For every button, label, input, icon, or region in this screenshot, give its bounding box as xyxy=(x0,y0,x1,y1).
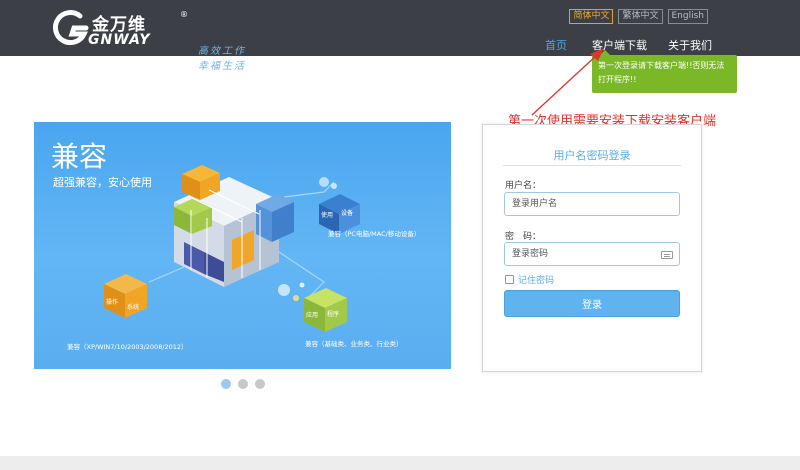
password-input[interactable] xyxy=(504,242,680,266)
cube-label-app-2: 程序 xyxy=(327,311,340,318)
login-panel: 用户名密码登录 用户名： 密 码： 记住密码 登录 xyxy=(482,124,702,372)
gnway-logo-icon xyxy=(52,10,89,45)
brand-slogan: 高效工作 幸福生活 xyxy=(198,46,246,72)
cube-label-device-1: 使用 xyxy=(321,212,334,219)
page-footer xyxy=(0,456,800,470)
carousel-dots xyxy=(221,379,265,389)
caption-system-compat: 兼容（XP/WIN7/10/2003/2008/2012） xyxy=(67,343,188,351)
cube-label-device-2: 设备 xyxy=(341,210,354,217)
lang-english[interactable]: English xyxy=(667,9,708,24)
carousel-dot-2[interactable] xyxy=(238,379,248,389)
top-header: 金万维 ® GNWAY 高效工作 幸福生活 简体中文 繁体中文 English … xyxy=(0,0,800,72)
language-switcher: 简体中文 繁体中文 English xyxy=(569,9,708,24)
annotation-arrow xyxy=(531,48,604,116)
carousel-dot-1[interactable] xyxy=(221,379,231,389)
remember-label: 记住密码 xyxy=(518,276,555,286)
lang-simplified-chinese[interactable]: 简体中文 xyxy=(569,9,614,24)
remember-checkbox[interactable] xyxy=(505,275,514,284)
cube-label-system-2: 系统 xyxy=(127,304,140,311)
caption-app-compat: 兼容（基础类、业务类、行业类） xyxy=(305,340,403,348)
login-title: 用户名密码登录 xyxy=(553,149,631,162)
title-divider xyxy=(503,165,681,166)
brand-name-en: GNWAY xyxy=(88,32,151,48)
caption-device-compat: 兼容（PC电脑/MAC/移动设备） xyxy=(328,230,421,238)
keyboard-icon[interactable] xyxy=(661,251,673,259)
password-label: 密 码： xyxy=(505,232,542,242)
lang-traditional-chinese[interactable]: 繁体中文 xyxy=(618,9,663,24)
remember-password[interactable]: 记住密码 xyxy=(505,273,554,286)
nav-about-us[interactable]: 关于我们 xyxy=(668,37,712,53)
username-input[interactable] xyxy=(504,192,680,216)
login-button[interactable]: 登录 xyxy=(504,290,680,317)
banner-title: 兼容 xyxy=(51,140,108,173)
brand-logo[interactable]: 金万维 ® GNWAY 高效工作 幸福生活 xyxy=(50,8,250,72)
banner-subtitle: 超强兼容，安心使用 xyxy=(53,176,152,189)
carousel-dot-3[interactable] xyxy=(255,379,265,389)
registered-mark: ® xyxy=(180,10,188,19)
cube-label-system-1: 操作 xyxy=(106,299,119,306)
hero-banner[interactable]: 兼容 超强兼容，安心使用 使用 设备 操作 系统 应用 程序 兼容（PC电脑/M… xyxy=(34,122,451,369)
cube-label-app-1: 应用 xyxy=(306,312,319,319)
username-label: 用户名： xyxy=(505,181,542,191)
